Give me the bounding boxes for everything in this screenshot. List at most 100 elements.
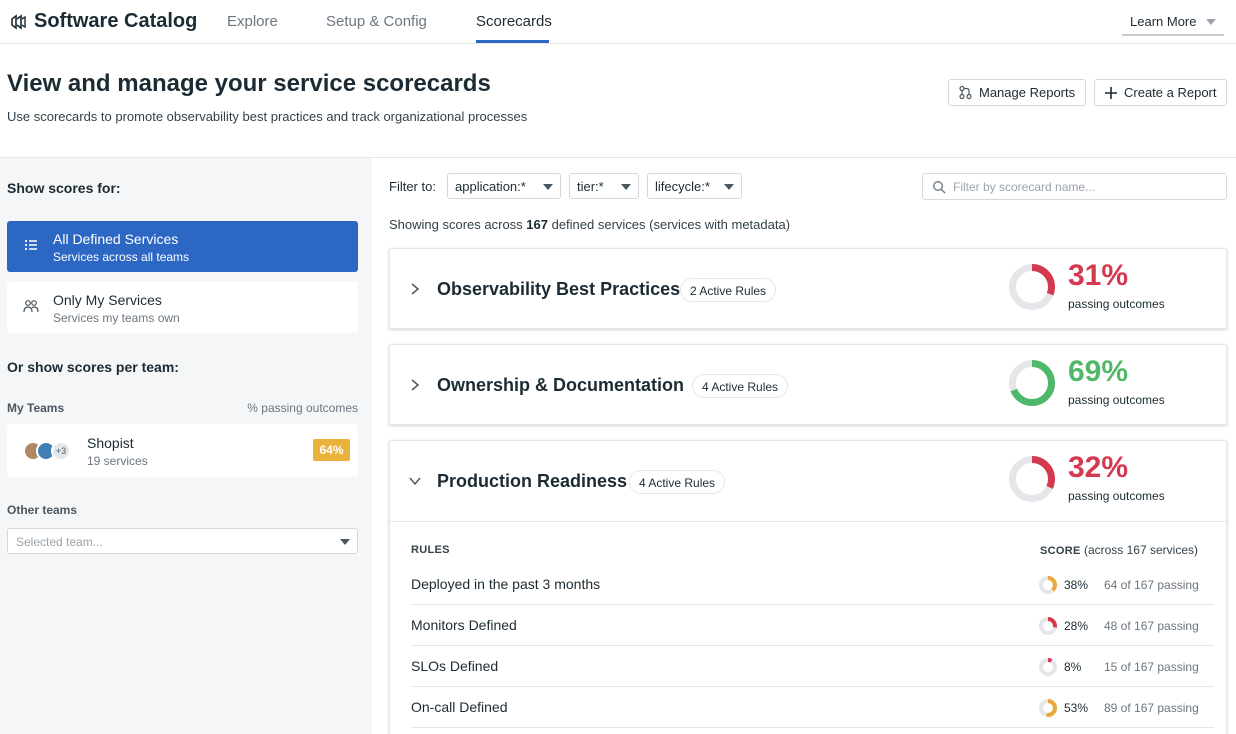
active-tab-indicator (476, 40, 549, 43)
avatar-overflow-count: +3 (51, 441, 71, 461)
card-divider (390, 521, 1226, 522)
pct-passing-label: % passing outcomes (247, 401, 358, 415)
donut-track (1039, 658, 1057, 676)
team-icon (23, 300, 39, 313)
rule-name: Monitors Defined (411, 617, 517, 633)
sidebar-item-title: All Defined Services (53, 231, 179, 247)
plus-icon (1105, 86, 1117, 99)
learn-more-dropdown[interactable]: Learn More (1122, 8, 1224, 36)
sidebar-item-my-services[interactable]: Only My Services Services my teams own (7, 282, 358, 333)
tab-explore[interactable]: Explore (227, 13, 278, 30)
application-filter-select[interactable]: application:* (447, 173, 561, 199)
rule-row[interactable]: SLOs Defined 8% 15 of 167 passing (411, 646, 1214, 687)
sidebar-item-desc: Services my teams own (53, 311, 180, 325)
catalog-logo-icon (11, 13, 26, 30)
chevron-right-icon[interactable] (408, 378, 422, 392)
rule-pct: 8% (1064, 660, 1082, 674)
search-icon (933, 181, 946, 194)
showing-summary: Showing scores across 167 defined servic… (389, 217, 790, 232)
per-team-heading: Or show scores per team: (7, 359, 179, 375)
application-filter-value: application:* (455, 179, 526, 194)
team-name: Shopist (87, 435, 134, 451)
score-donut (1009, 264, 1055, 310)
chevron-down-icon[interactable] (408, 474, 422, 488)
my-teams-label: My Teams (7, 401, 65, 415)
rule-passing-count: 48 of 167 passing (1104, 619, 1199, 633)
brand[interactable]: Software Catalog (10, 10, 197, 33)
rule-score-donut (1039, 617, 1057, 635)
scorecard-search[interactable] (922, 173, 1227, 200)
team-select-placeholder: Selected team... (16, 535, 103, 549)
rule-row[interactable]: Deployed in the past 3 months 38% 64 of … (411, 564, 1214, 605)
scorecard-title: Production Readiness (437, 471, 628, 491)
score-header-label: SCORE (1040, 545, 1081, 557)
scorecard-card[interactable]: Observability Best Practices 2 Active Ru… (389, 248, 1227, 329)
rule-row[interactable]: Monitors Defined 28% 48 of 167 passing (411, 605, 1214, 646)
rule-score-donut (1039, 658, 1057, 676)
active-rules-pill: 4 Active Rules (692, 374, 789, 398)
chevron-down-icon (340, 539, 350, 545)
list-icon (24, 239, 37, 251)
page-subtitle: Use scorecards to promote observability … (7, 109, 528, 124)
passing-outcomes-label: passing outcomes (1068, 489, 1165, 503)
rule-score-donut (1039, 576, 1057, 594)
tab-setup-config[interactable]: Setup & Config (326, 13, 427, 30)
score-column-header: SCORE (across 167 services) (1040, 543, 1198, 557)
rule-passing-count: 15 of 167 passing (1104, 660, 1199, 674)
score-donut (1009, 456, 1055, 502)
passing-outcomes-label: passing outcomes (1068, 297, 1165, 311)
rules-column-header: RULES (411, 544, 450, 556)
lifecycle-filter-value: lifecycle:* (655, 179, 710, 194)
score-donut (1009, 360, 1055, 406)
top-nav: Software Catalog Explore Setup & Config … (0, 0, 1236, 44)
chevron-right-icon[interactable] (408, 282, 422, 296)
scorecard-card[interactable]: Ownership & Documentation 4 Active Rules… (389, 344, 1227, 425)
scorecard-card-expanded[interactable]: Production Readiness 4 Active Rules 32% … (389, 440, 1227, 734)
scorecard-title: Ownership & Documentation (437, 375, 685, 395)
show-scores-heading: Show scores for: (7, 180, 121, 196)
chevron-down-icon (621, 184, 631, 190)
scorecard-pct: 31% (1068, 259, 1129, 292)
sidebar: Show scores for: All Defined Services Se… (0, 158, 372, 734)
rule-pct: 38% (1064, 578, 1089, 592)
rule-name: SLOs Defined (411, 658, 499, 674)
tier-filter-value: tier:* (577, 179, 604, 194)
other-teams-label: Other teams (7, 503, 78, 517)
sidebar-item-title: Only My Services (53, 292, 162, 308)
rule-pct: 53% (1064, 701, 1089, 715)
rule-score-donut (1039, 699, 1057, 717)
tab-scorecards[interactable]: Scorecards (476, 13, 552, 30)
scorecard-pct: 69% (1068, 355, 1129, 388)
rule-passing-count: 64 of 167 passing (1104, 578, 1199, 592)
showing-prefix: Showing scores across (389, 217, 527, 232)
rule-row[interactable]: On-call Defined 53% 89 of 167 passing (411, 687, 1214, 728)
manage-reports-label: Manage Reports (979, 85, 1076, 100)
active-rules-pill: 4 Active Rules (629, 470, 726, 494)
create-report-button[interactable]: Create a Report (1094, 79, 1227, 106)
tier-filter-select[interactable]: tier:* (569, 173, 639, 199)
sidebar-item-desc: Services across all teams (53, 250, 190, 264)
team-service-count: 19 services (87, 454, 148, 468)
chevron-down-icon (724, 184, 734, 190)
lifecycle-filter-select[interactable]: lifecycle:* (647, 173, 742, 199)
showing-count: 167 (526, 217, 548, 232)
active-rules-pill: 2 Active Rules (680, 278, 777, 302)
chevron-down-icon (543, 184, 553, 190)
manage-reports-button[interactable]: Manage Reports (948, 79, 1086, 106)
scorecard-pct: 32% (1068, 451, 1129, 484)
team-select[interactable]: Selected team... (7, 528, 358, 554)
learn-more-label: Learn More (1130, 14, 1197, 29)
filter-label: Filter to: (389, 179, 436, 194)
page-title: View and manage your service scorecards (7, 70, 491, 97)
rule-passing-count: 89 of 167 passing (1104, 701, 1199, 715)
search-input[interactable] (953, 178, 1218, 196)
sidebar-item-all-services[interactable]: All Defined Services Services across all… (7, 221, 358, 272)
scorecard-title: Observability Best Practices (437, 279, 681, 299)
manage-reports-icon (959, 85, 972, 100)
team-row-shopist[interactable]: +3 Shopist 19 services 64% (7, 424, 358, 477)
passing-outcomes-label: passing outcomes (1068, 393, 1165, 407)
rule-pct: 28% (1064, 619, 1089, 633)
rule-name: On-call Defined (411, 699, 508, 715)
team-score-badge: 64% (313, 439, 350, 461)
score-header-suffix: (across 167 services) (1080, 543, 1198, 557)
